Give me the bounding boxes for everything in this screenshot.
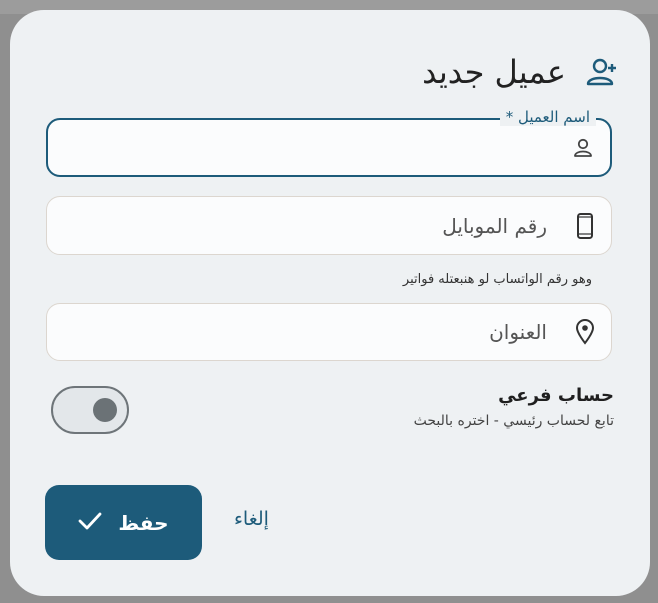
customer-name-field[interactable]: اسم العميل *	[46, 108, 612, 177]
add-person-icon	[580, 57, 616, 87]
customer-name-input[interactable]	[60, 128, 550, 167]
check-icon	[78, 511, 102, 535]
cancel-button[interactable]: إلغاء	[234, 508, 269, 530]
person-icon	[572, 137, 594, 159]
sub-account-description: تابع لحساب رئيسي - اختره بالبحث	[413, 413, 614, 429]
address-field[interactable]: العنوان	[46, 303, 612, 361]
mobile-field[interactable]: رقم الموبايل	[46, 196, 612, 255]
location-pin-icon	[575, 319, 595, 345]
save-button-label: حفظ	[118, 510, 169, 535]
new-customer-dialog: عميل جديد اسم العميل * رقم الموبايل وهو …	[10, 10, 650, 596]
sub-account-title: حساب فرعي	[498, 385, 614, 406]
dialog-title: عميل جديد	[422, 53, 566, 91]
mobile-helper-text: وهو رقم الواتساب لو هنبعتله فواتير	[402, 272, 592, 287]
toggle-knob	[93, 398, 117, 422]
sub-account-toggle[interactable]	[51, 386, 129, 434]
customer-name-label: اسم العميل *	[499, 108, 596, 126]
dialog-title-row: عميل جديد	[422, 52, 616, 92]
mobile-placeholder: رقم الموبايل	[442, 213, 547, 238]
save-button[interactable]: حفظ	[45, 485, 202, 560]
phone-icon	[575, 212, 595, 240]
address-placeholder: العنوان	[489, 320, 547, 344]
